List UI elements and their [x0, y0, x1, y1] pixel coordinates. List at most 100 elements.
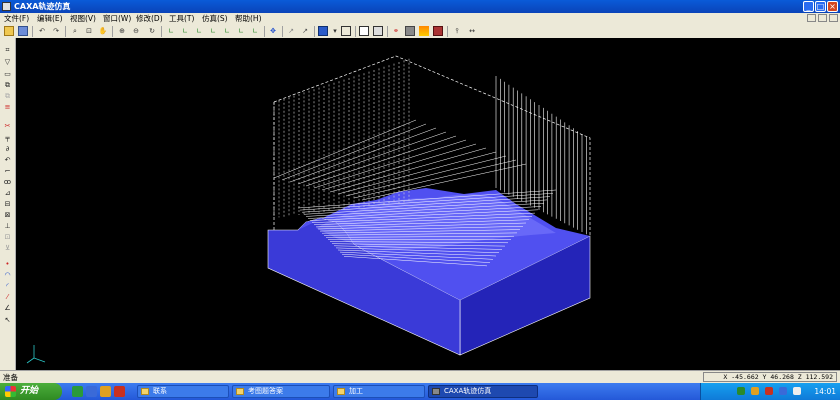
circle-icon[interactable]: ◠: [2, 271, 13, 280]
distance-icon[interactable]: ↔: [466, 26, 478, 36]
select-box-icon[interactable]: ⌗: [2, 46, 13, 55]
break-icon[interactable]: ⊥: [2, 222, 13, 231]
taskbar-item-caxa[interactable]: CAXA轨迹仿真: [428, 385, 538, 398]
simulation-viewport[interactable]: [16, 38, 840, 370]
menu-edit[interactable]: 编辑(E): [37, 13, 63, 24]
box-icon[interactable]: ▭: [2, 70, 13, 79]
folder-icon: [141, 388, 149, 395]
measure-icon[interactable]: ⫯: [452, 26, 462, 36]
delete-icon[interactable]: ≡: [2, 103, 13, 112]
toolbar-separator: [355, 26, 356, 37]
cut-icon[interactable]: ✂: [2, 122, 13, 131]
menu-help[interactable]: 帮助(H): [235, 13, 262, 24]
quicklaunch-media-icon[interactable]: [100, 386, 111, 397]
refresh-icon[interactable]: ↻: [147, 26, 157, 36]
zoom-fit-icon[interactable]: ⊡: [84, 26, 94, 36]
zoom-out-icon[interactable]: ⊖: [131, 26, 141, 36]
frame-icon[interactable]: [359, 26, 369, 36]
pick-icon[interactable]: ↗: [300, 26, 310, 36]
select-poly-icon[interactable]: ▽: [2, 58, 13, 67]
join-icon[interactable]: ⊠: [2, 211, 13, 220]
tray-misc-icon[interactable]: [793, 387, 801, 395]
shade-icon[interactable]: [373, 26, 383, 36]
folder-icon: [337, 388, 345, 395]
taskbar-item-answers[interactable]: 考图题答案: [232, 385, 330, 398]
quicklaunch-app-icon[interactable]: [114, 386, 125, 397]
menu-window[interactable]: 窗口(W): [103, 13, 131, 24]
start-button[interactable]: 开始: [0, 383, 62, 400]
link-icon[interactable]: ⌐: [2, 167, 13, 176]
move-icon[interactable]: ✥: [268, 26, 278, 36]
menu-simulate[interactable]: 仿真(S): [202, 13, 228, 24]
view-iso-icon[interactable]: ∟: [250, 26, 260, 36]
chain-icon[interactable]: ꝏ: [2, 178, 13, 187]
tray-input-icon[interactable]: [751, 387, 759, 395]
view-front-icon[interactable]: ∟: [166, 26, 176, 36]
zoom-window-icon[interactable]: ⌕: [70, 26, 80, 36]
dropdown-arrow-icon[interactable]: ▾: [330, 26, 340, 36]
quicklaunch-desktop-icon[interactable]: [86, 386, 97, 397]
close-button[interactable]: ×: [827, 1, 838, 12]
zoom-in-icon[interactable]: ⊕: [117, 26, 127, 36]
quicklaunch-ie-icon[interactable]: [72, 386, 83, 397]
menu-modify[interactable]: 修改(D): [136, 13, 163, 24]
wireframe-icon[interactable]: [341, 26, 351, 36]
view-left-icon[interactable]: ∟: [194, 26, 204, 36]
offset-icon[interactable]: ∂: [2, 145, 13, 154]
tray-volume-icon[interactable]: [779, 387, 787, 395]
arc-icon[interactable]: ↶: [2, 156, 13, 165]
taskbar-item-contact[interactable]: 联系: [137, 385, 229, 398]
arc-tool-icon[interactable]: ◜: [2, 282, 13, 291]
minimize-button[interactable]: _: [803, 1, 814, 12]
title-bar: CAXA轨迹仿真 _ □ ×: [0, 0, 840, 13]
taskbar-item-machining[interactable]: 加工: [333, 385, 425, 398]
menu-file[interactable]: 文件(F): [4, 13, 29, 24]
undo-icon[interactable]: ↶: [37, 26, 47, 36]
point-icon[interactable]: •: [2, 260, 13, 269]
copy-icon[interactable]: ⧉: [2, 81, 13, 90]
line-tool-icon[interactable]: ⁄: [2, 293, 13, 302]
cursor-icon[interactable]: ↖: [2, 316, 13, 325]
tray-security-icon[interactable]: [765, 387, 773, 395]
coordinate-readout: X -45.662 Y 46.268 Z 112.592: [703, 372, 837, 382]
blank2-icon[interactable]: ⊻: [2, 244, 13, 253]
folder-icon: [236, 388, 244, 395]
task-label: 加工: [349, 387, 363, 395]
maximize-button[interactable]: □: [815, 1, 826, 12]
blank1-icon[interactable]: ⊡: [2, 233, 13, 242]
toolbar-separator: [112, 26, 113, 37]
layer-icon[interactable]: [405, 26, 415, 36]
clock: 14:01: [814, 387, 836, 396]
tray-network-icon[interactable]: [737, 387, 745, 395]
view-back-icon[interactable]: ∟: [180, 26, 190, 36]
render-mode-icon[interactable]: [318, 26, 328, 36]
menu-tools[interactable]: 工具(T): [169, 13, 194, 24]
app-icon[interactable]: [2, 2, 11, 11]
task-label: CAXA轨迹仿真: [444, 387, 492, 395]
select-icon[interactable]: ↗: [286, 26, 296, 36]
doc-restore-button[interactable]: [818, 14, 827, 22]
windows-logo-icon: [5, 386, 16, 397]
doc-minimize-button[interactable]: [807, 14, 816, 22]
material-icon[interactable]: [433, 26, 443, 36]
save-icon[interactable]: [18, 26, 28, 36]
trim-icon[interactable]: ╤: [2, 134, 13, 143]
axis-triad: [26, 345, 46, 364]
extend-icon[interactable]: ⊿: [2, 189, 13, 198]
paste-icon[interactable]: ⧉: [2, 92, 13, 101]
task-label: 考图题答案: [248, 387, 283, 395]
view-top-icon[interactable]: ∟: [222, 26, 232, 36]
menu-view[interactable]: 视图(V): [70, 13, 96, 24]
path-icon[interactable]: ⚭: [391, 26, 401, 36]
redo-icon[interactable]: ↷: [51, 26, 61, 36]
split-icon[interactable]: ⊟: [2, 200, 13, 209]
doc-close-button[interactable]: [829, 14, 838, 22]
view-right-icon[interactable]: ∟: [208, 26, 218, 36]
view-bottom-icon[interactable]: ∟: [236, 26, 246, 36]
angle-icon[interactable]: ∠: [2, 304, 13, 313]
color-icon[interactable]: [419, 26, 429, 36]
system-tray: 14:01: [700, 383, 840, 400]
pan-icon[interactable]: ✋: [98, 26, 108, 36]
caxa-app-icon: [432, 388, 440, 395]
open-icon[interactable]: [4, 26, 14, 36]
